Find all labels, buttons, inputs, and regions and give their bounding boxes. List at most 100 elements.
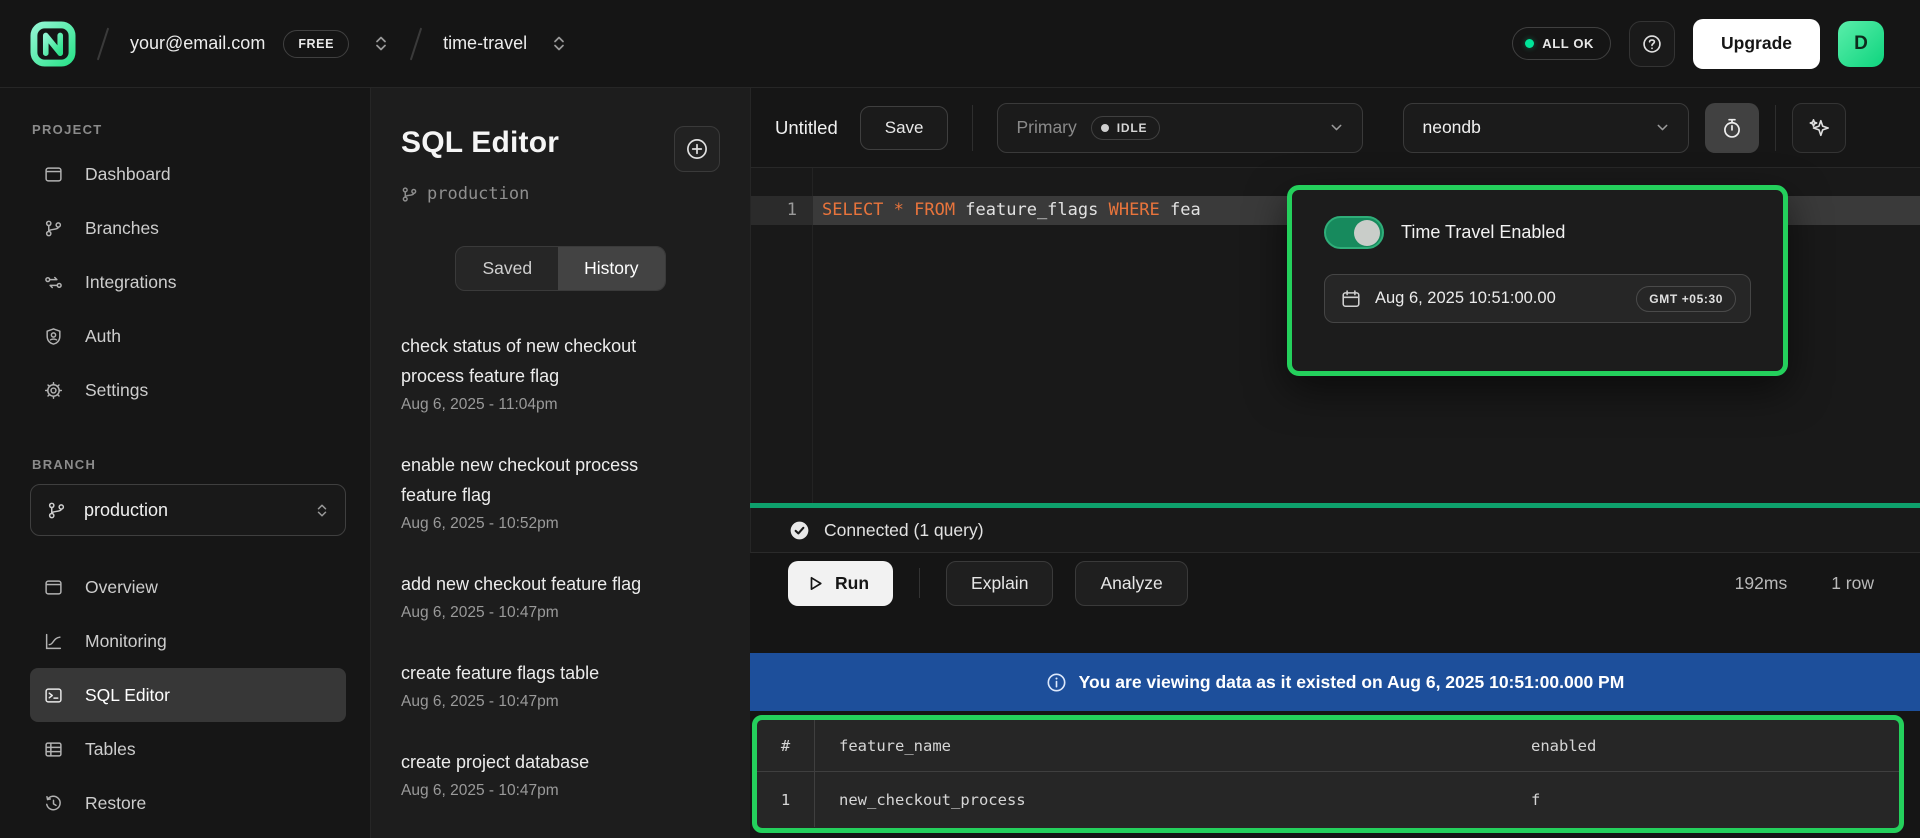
sidebar-item-monitoring[interactable]: Monitoring xyxy=(30,614,346,668)
query-duration: 192ms xyxy=(1735,573,1788,594)
chart-icon xyxy=(44,632,63,651)
chevron-down-icon xyxy=(1329,120,1344,135)
time-travel-toggle[interactable] xyxy=(1324,216,1384,249)
database-selector[interactable]: neondb xyxy=(1403,103,1689,153)
auth-shield-icon xyxy=(44,327,63,346)
sidebar: PROJECT Dashboard Branches Integrations … xyxy=(0,88,370,838)
connection-status-bar: Connected (1 query) xyxy=(750,508,1920,553)
tab-saved[interactable]: Saved xyxy=(456,247,558,290)
branch-section-label: BRANCH xyxy=(32,457,346,472)
top-bar: your@email.com FREE time-travel ALL OK U… xyxy=(0,0,1920,88)
page-title: SQL Editor xyxy=(401,126,559,160)
plus-circle-icon xyxy=(685,137,709,161)
sidebar-item-branches[interactable]: Branches xyxy=(30,201,346,255)
neon-logo[interactable] xyxy=(30,20,76,68)
chevron-down-icon xyxy=(1655,120,1670,135)
editor-branch-label: production xyxy=(401,184,720,204)
sidebar-item-tables[interactable]: Tables xyxy=(30,722,346,776)
connection-status-text: Connected (1 query) xyxy=(824,520,984,541)
toolbar-divider xyxy=(1775,105,1776,151)
restore-clock-icon xyxy=(44,794,63,813)
git-branch-icon xyxy=(44,219,63,238)
question-icon xyxy=(1641,33,1663,55)
query-toolbar: Untitled Save Primary IDLE neondb xyxy=(750,88,1920,168)
time-travel-datetime-field[interactable]: Aug 6, 2025 10:51:00.00 GMT +05:30 xyxy=(1324,274,1751,323)
chevron-updown-icon xyxy=(315,502,329,519)
git-branch-icon xyxy=(401,186,418,203)
history-item[interactable]: create project database Aug 6, 2025 - 10… xyxy=(401,747,697,800)
sql-editor-panel: SQL Editor production Saved History chec… xyxy=(370,88,750,838)
compute-selector[interactable]: Primary IDLE xyxy=(997,103,1363,153)
ai-assist-button[interactable] xyxy=(1792,103,1846,153)
project-section-label: PROJECT xyxy=(32,122,346,137)
gear-icon xyxy=(44,381,63,400)
status-ok-dot-icon xyxy=(1525,39,1534,48)
results-table: # feature_name enabled 1 new_checkout_pr… xyxy=(752,715,1904,833)
row-count: 1 row xyxy=(1831,573,1874,594)
history-item[interactable]: create feature flags table Aug 6, 2025 -… xyxy=(401,658,697,711)
status-badge[interactable]: ALL OK xyxy=(1512,27,1611,60)
project-switcher-chevron-icon[interactable] xyxy=(551,34,567,53)
query-actions-bar: Run Explain Analyze 192ms 1 row xyxy=(750,553,1920,613)
column-header-feature-name: feature_name xyxy=(815,737,1531,755)
results-header-row: # feature_name enabled xyxy=(757,720,1899,772)
sidebar-item-auth[interactable]: Auth xyxy=(30,309,346,363)
toggle-knob xyxy=(1354,220,1380,246)
compute-status-badge: IDLE xyxy=(1091,116,1161,140)
time-travel-label: Time Travel Enabled xyxy=(1401,222,1565,243)
overview-icon xyxy=(44,578,63,597)
query-tab-name[interactable]: Untitled xyxy=(775,117,838,139)
history-item[interactable]: check status of new checkout process fea… xyxy=(401,331,697,414)
time-travel-button[interactable] xyxy=(1705,103,1759,153)
history-item[interactable]: enable new checkout process feature flag… xyxy=(401,450,697,533)
sidebar-item-settings[interactable]: Settings xyxy=(30,363,346,417)
account-switcher-chevron-icon[interactable] xyxy=(373,34,389,53)
terminal-icon xyxy=(44,686,63,705)
sidebar-item-overview[interactable]: Overview xyxy=(30,560,346,614)
idle-dot-icon xyxy=(1101,124,1109,132)
integrations-icon xyxy=(44,273,63,292)
breadcrumb-divider xyxy=(410,27,422,60)
time-travel-timestamp: Aug 6, 2025 10:51:00.00 xyxy=(1375,289,1556,308)
table-icon xyxy=(44,740,63,759)
dashboard-icon xyxy=(44,165,63,184)
account-breadcrumb[interactable]: your@email.com xyxy=(130,33,265,54)
upgrade-button[interactable]: Upgrade xyxy=(1693,19,1820,69)
info-icon xyxy=(1046,672,1067,693)
save-button[interactable]: Save xyxy=(860,106,949,150)
sidebar-item-sql-editor[interactable]: SQL Editor xyxy=(30,668,346,722)
table-row[interactable]: 1 new_checkout_process f xyxy=(757,772,1899,827)
stopwatch-icon xyxy=(1721,117,1743,139)
new-query-button[interactable] xyxy=(674,126,720,172)
git-branch-icon xyxy=(47,501,66,520)
sidebar-item-restore[interactable]: Restore xyxy=(30,776,346,830)
line-number: 1 xyxy=(751,196,813,225)
sparkles-icon xyxy=(1808,117,1830,139)
sidebar-item-dashboard[interactable]: Dashboard xyxy=(30,147,346,201)
analyze-button[interactable]: Analyze xyxy=(1075,561,1187,606)
time-travel-popover: Time Travel Enabled Aug 6, 2025 10:51:00… xyxy=(1287,185,1788,376)
avatar[interactable]: D xyxy=(1838,21,1884,67)
branch-selector[interactable]: production xyxy=(30,484,346,536)
play-icon xyxy=(806,574,825,593)
column-header-index: # xyxy=(757,720,815,771)
sidebar-item-integrations[interactable]: Integrations xyxy=(30,255,346,309)
breadcrumb-divider xyxy=(97,27,109,60)
explain-button[interactable]: Explain xyxy=(946,561,1053,606)
project-breadcrumb[interactable]: time-travel xyxy=(443,33,527,54)
time-travel-banner: You are viewing data as it existed on Au… xyxy=(750,653,1920,711)
help-button[interactable] xyxy=(1629,21,1675,67)
check-circle-icon xyxy=(789,520,810,541)
timezone-badge: GMT +05:30 xyxy=(1636,286,1736,312)
plan-badge: FREE xyxy=(283,30,349,58)
banner-message: You are viewing data as it existed on Au… xyxy=(1079,672,1625,693)
column-header-enabled: enabled xyxy=(1531,737,1899,755)
calendar-icon xyxy=(1341,289,1361,309)
tab-history[interactable]: History xyxy=(558,247,664,290)
actions-divider xyxy=(919,568,920,598)
saved-history-toggle: Saved History xyxy=(455,246,665,291)
history-list: check status of new checkout process fea… xyxy=(401,331,697,800)
run-button[interactable]: Run xyxy=(788,561,893,606)
toolbar-divider xyxy=(972,105,973,151)
history-item[interactable]: add new checkout feature flag Aug 6, 202… xyxy=(401,569,697,622)
